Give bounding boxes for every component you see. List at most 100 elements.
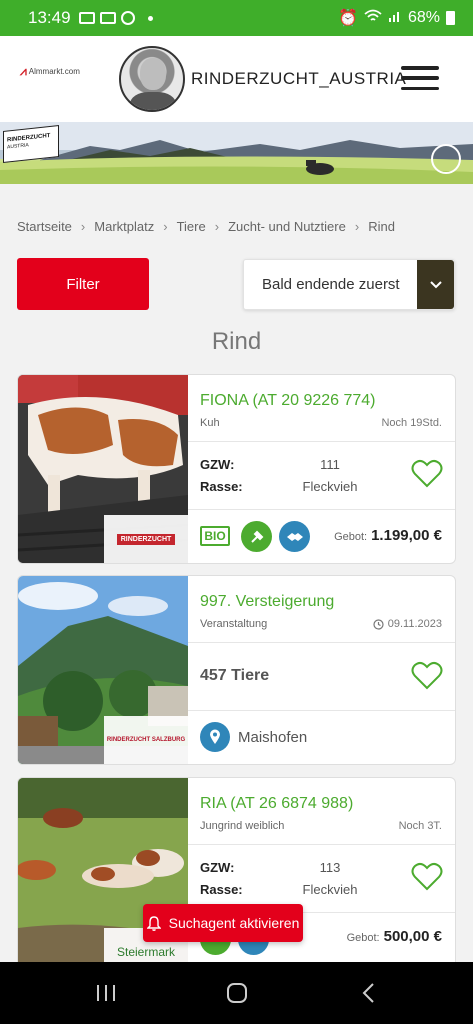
rasse-label: Rasse: [200,882,243,897]
sync-icon [120,11,135,25]
listing-photo[interactable]: RINDERZUCHT SALZBURG [18,576,188,764]
offer-label: Gebot: [334,531,368,543]
location-text: Maishofen [238,728,308,746]
divider [188,844,455,845]
event-date-text: 09.11.2023 [387,618,442,630]
listing-info: RIA (AT 26 6874 988) Jungrind weiblich N… [188,778,455,976]
listing-card[interactable]: RINDERZUCHT SALZBURG 997. Versteigerung … [17,575,456,765]
search-agent-label: Suchagent aktivieren [168,915,300,931]
hammer-icon[interactable] [241,521,272,552]
system-nav-bar [0,962,473,1024]
breadcrumb-item[interactable]: Zucht- und Nutztiere [228,219,346,234]
search-agent-button[interactable]: Suchagent aktivieren [143,904,303,942]
rasse-value: Fleckvieh [302,479,358,494]
animal-count: 457 Tiere [200,667,270,684]
avatar-body [130,92,176,110]
header-banner: RINDERZUCHT AUSTRIA [0,122,473,184]
chevron-down-icon [417,260,454,309]
gzw-value: 111 [320,457,340,472]
banner-circle-icon [431,144,461,174]
status-bar: 13:49 ⏰ 68% [0,0,473,36]
seller-logo-text: Steiermark [116,945,175,959]
chevron-right-icon: › [214,219,220,234]
listing-photo[interactable]: RINDERZUCHT [18,375,188,563]
breadcrumb-item[interactable]: Marktplatz [94,219,154,234]
filter-button[interactable]: Filter [17,258,149,310]
event-date: 09.11.2023 [373,618,442,630]
back-icon[interactable] [348,978,388,1008]
listing-info: FIONA (AT 20 9226 774) Kuh Noch 19Std. G… [188,375,455,563]
seller-logo-text: RINDERZUCHT [116,533,176,545]
listing-card[interactable]: Steiermark RIA (AT 26 6874 988) Jungrind… [17,777,456,977]
avatar[interactable] [119,46,185,112]
notification-icons [78,11,153,25]
chevron-right-icon: › [354,219,360,234]
divider [188,710,455,711]
seller-logo-text: RINDERZUCHT SALZBURG [106,737,186,743]
handshake-icon[interactable] [279,521,310,552]
listing-title[interactable]: RIA (AT 26 6874 988) [200,795,353,813]
rinderzucht-austria-logo[interactable]: RINDERZUCHT AUSTRIA [3,125,59,163]
site-header: ⩘ Almmarkt.com RINDERZUCHT_AUSTRIA [0,36,473,122]
listing-info: 997. Versteigerung Veranstaltung 09.11.2… [188,576,455,764]
chevron-right-icon: › [163,219,168,234]
battery-icon [446,11,455,25]
sort-select[interactable]: Bald endende zuerst [243,259,455,310]
alarm-icon: ⏰ [338,10,358,27]
banner-landscape [0,140,473,184]
heart-icon[interactable] [411,459,443,489]
listing-card[interactable]: RINDERZUCHT FIONA (AT 20 9226 774) Kuh N… [17,374,456,564]
listing-type: Jungrind weiblich [200,820,285,832]
almmarkt-logo[interactable]: ⩘ Almmarkt.com [20,64,80,79]
seller-logo: RINDERZUCHT SALZBURG [104,716,188,764]
menu-bar [401,66,439,70]
listing-photo[interactable]: Steiermark [18,778,188,976]
listing-time-left: Noch 3T. [398,820,442,832]
gzw-value: 113 [319,860,341,875]
listing-type: Veranstaltung [200,618,268,630]
almmarkt-mark-icon: ⩘ [20,64,27,78]
seller-logo: RINDERZUCHT [104,515,188,563]
clock-icon [373,618,384,630]
bell-icon [146,915,161,931]
offer-label: Gebot: [346,932,380,944]
rasse-label: Rasse: [200,479,243,494]
divider [188,642,455,643]
offer: Gebot: 500,00 € [347,928,442,945]
heart-icon[interactable] [411,661,443,691]
offer: Gebot: 1.199,00 € [334,527,442,544]
menu-bar [401,76,439,80]
offer-value: 500,00 € [383,928,442,945]
sort-selected-value: Bald endende zuerst [262,276,400,293]
listing-title[interactable]: FIONA (AT 20 9226 774) [200,392,376,410]
status-time: 13:49 [28,8,71,27]
battery-percent: 68% [407,9,440,26]
divider [188,441,455,442]
youtube-icon [78,12,95,24]
gzw-label: GZW: [200,457,235,472]
breadcrumb-item[interactable]: Startseite [17,219,72,234]
menu-icon[interactable] [401,66,439,90]
profile-title: RINDERZUCHT_AUSTRIA [191,69,407,88]
location-pin-icon [200,722,230,752]
almmarkt-text: Almmarkt.com [28,67,80,76]
page-title: Rind [211,328,262,355]
chevron-right-icon: › [80,219,86,234]
rasse-value: Fleckvieh [302,882,358,897]
listing-type: Kuh [200,417,220,429]
home-icon[interactable] [217,978,257,1008]
offer-value: 1.199,00 € [371,527,442,544]
breadcrumb-item[interactable]: Tiere [177,219,206,234]
avatar-face [140,58,166,90]
location: Maishofen [200,722,307,752]
listing-title[interactable]: 997. Versteigerung [200,593,334,611]
breadcrumb-current: Rind [368,219,395,234]
video-icon [99,12,116,24]
heart-icon[interactable] [411,862,443,892]
signal-icon [388,9,402,28]
bio-badge: BIO [200,526,230,546]
dot-icon [147,15,153,21]
listing-time-left: Noch 19Std. [381,417,442,429]
menu-bar [401,86,439,90]
recent-apps-icon[interactable] [86,978,126,1008]
